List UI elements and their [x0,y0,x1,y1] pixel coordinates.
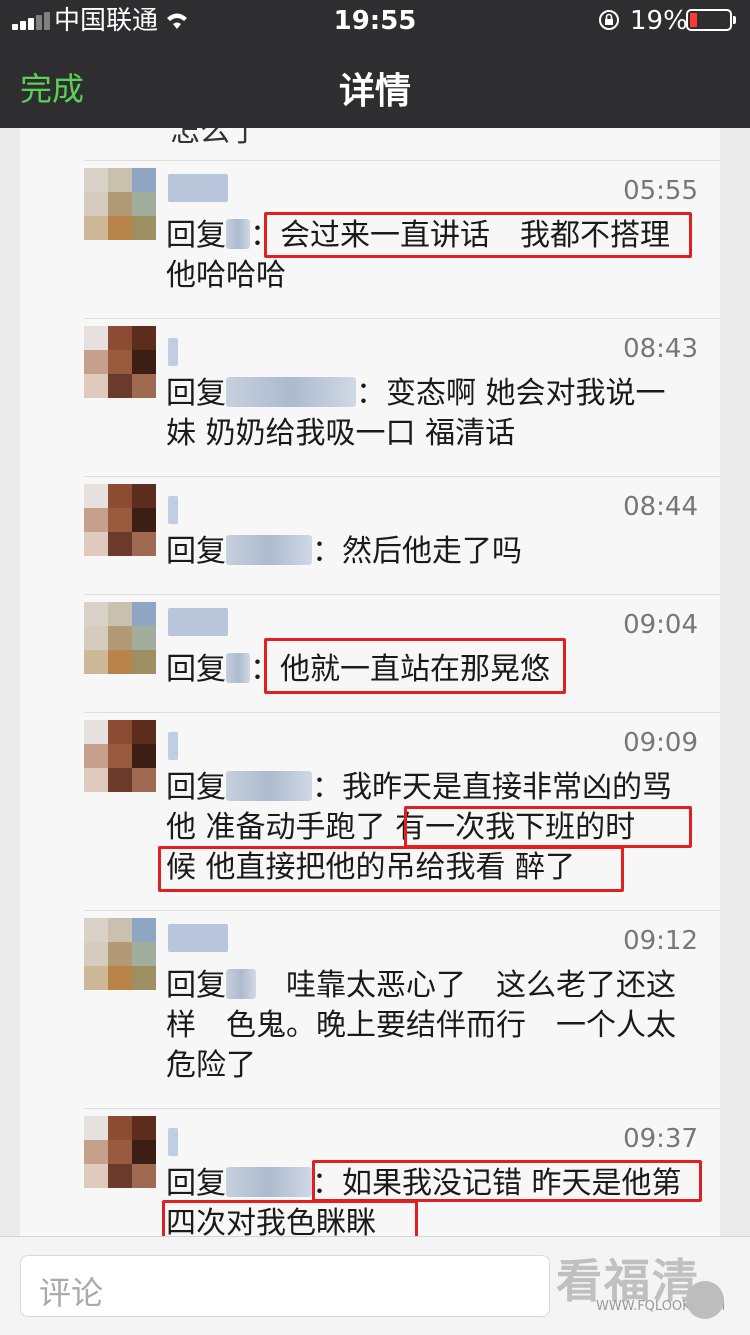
cutoff-text: 怎么了 [170,128,260,149]
author-name[interactable] [168,608,228,636]
comment-line: ：然后他走了吗 [312,534,522,569]
comment-time: 09:37 [623,1124,698,1154]
comment-line: ：变态啊 她会对我说一 [356,376,666,411]
battery-icon [686,9,736,31]
divider [84,476,720,477]
status-bar: 中国联通 19:55 19% [0,0,750,40]
divider [84,910,720,911]
comment-line: ：我昨天是直接非常凶的骂 [312,770,672,805]
highlight-box [264,212,692,258]
comment-text: 回复 ：然后他走了吗 [166,532,706,572]
comment-time: 05:55 [623,176,698,206]
comment-item: 05:55 回复 ：会过来一直讲话 我都不搭理 他哈哈哈 [20,160,720,318]
author-name[interactable] [168,1128,178,1156]
comment-item: 09:12 回复 哇靠太恶心了 这么老了还这 样 色鬼。晚上要结伴而行 一个人太… [20,910,720,1108]
author-name[interactable] [168,496,178,524]
avatar[interactable] [84,1116,156,1188]
divider [84,712,720,713]
rotation-lock-icon [599,10,619,30]
reply-prefix: 回复 [166,218,226,253]
comment-time: 09:12 [623,926,698,956]
comment-time: 08:44 [623,492,698,522]
comment-text: 回复 哇靠太恶心了 这么老了还这 样 色鬼。晚上要结伴而行 一个人太 危险了 [166,966,706,1086]
comment-time: 09:09 [623,728,698,758]
comment-line: 妹 奶奶给我吸一口 福清话 [166,416,516,451]
comment-item: 09:37 回复 ：如果我没记错 昨天是他第 四次对我色眯眯 [20,1108,720,1236]
reply-prefix: 回复 [166,968,226,1003]
author-name[interactable] [168,732,178,760]
comment-line: 危险了 [166,1048,256,1083]
reply-prefix: 回复 [166,770,226,805]
comment-item: 08:43 回复 ：变态啊 她会对我说一 妹 奶奶给我吸一口 福清话 [20,318,720,476]
avatar[interactable] [84,918,156,990]
avatar[interactable] [84,720,156,792]
comment-text: 回复 ：变态啊 她会对我说一 妹 奶奶给我吸一口 福清话 [166,374,706,454]
avatar[interactable] [84,602,156,674]
highlight-box [404,806,692,848]
highlight-box [162,1200,418,1236]
comment-item: 08:44 回复 ：然后他走了吗 [20,476,720,594]
comment-item: 09:09 回复 ：我昨天是直接非常凶的骂 他 准备动手跑了 有一次我下班的时 候… [20,712,720,910]
avatar[interactable] [84,168,156,240]
reply-prefix: 回复 [166,1166,226,1201]
comment-line: 他哈哈哈 [166,258,286,293]
top-bar: 中国联通 19:55 19% 完成 详情 [0,0,750,128]
avatar[interactable] [84,326,156,398]
comment-line: 样 色鬼。晚上要结伴而行 一个人太 [166,1008,676,1043]
author-name[interactable] [168,338,178,366]
battery-percent: 19% [630,6,688,36]
highlight-box [312,1160,702,1202]
divider [84,594,720,595]
page-title: 详情 [338,71,411,112]
highlight-box [264,638,566,694]
divider [84,1108,720,1109]
comment-time: 08:43 [623,334,698,364]
comment-time: 09:04 [623,610,698,640]
reply-prefix: 回复 [166,652,226,687]
comment-list[interactable]: 怎么了 05:55 回复 ：会过来一直讲话 我都不搭理 他哈哈哈 08:43 回复… [20,128,720,1236]
divider [84,318,720,319]
author-name[interactable] [168,924,228,952]
divider [84,160,720,161]
nav-bar: 完成 详情 [0,40,750,128]
comment-line: 哇靠太恶心了 这么老了还这 [256,968,676,1003]
highlight-box [158,846,624,892]
comment-input-placeholder: 评论 [39,1274,104,1312]
reply-prefix: 回复 [166,534,226,569]
watermark-icon [686,1281,724,1319]
comment-input[interactable]: 评论 [20,1255,550,1317]
author-name[interactable] [168,174,228,202]
reply-prefix: 回复 [166,376,226,411]
comment-input-bar: 评论 看福清 WWW.FQLOOK.COM [0,1236,750,1335]
avatar[interactable] [84,484,156,556]
comment-item: 09:04 回复 ：他就一直站在那晃悠 [20,594,720,712]
